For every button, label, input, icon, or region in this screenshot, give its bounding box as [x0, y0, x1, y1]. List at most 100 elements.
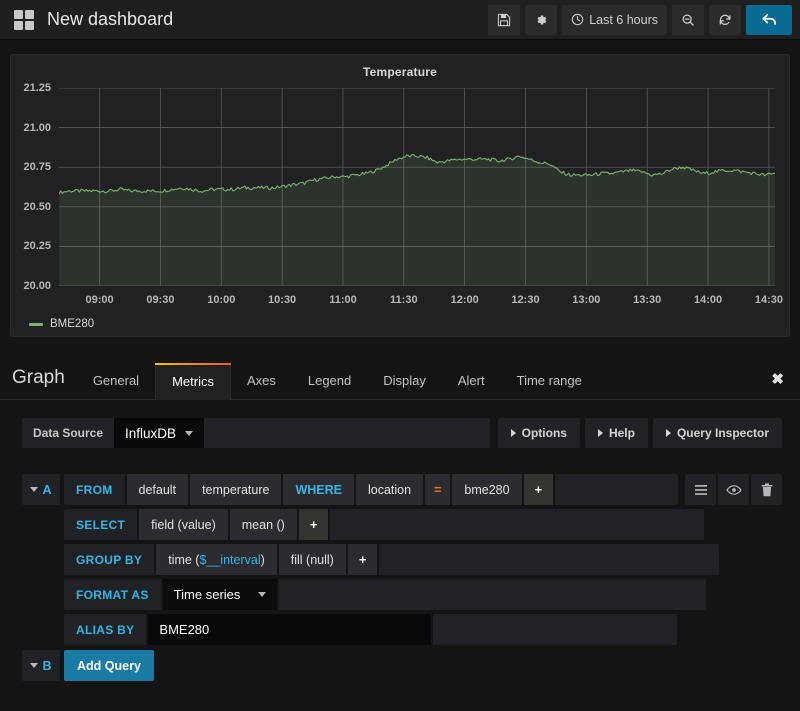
- save-dashboard-button[interactable]: [488, 4, 521, 35]
- chevron-down-icon: [30, 487, 39, 492]
- aliasby-label: ALIAS BY: [64, 614, 147, 645]
- query-editor-a: A FROM default temperature WHERE locatio…: [22, 474, 782, 681]
- y-axis-tick-label: 20.75: [23, 161, 51, 174]
- x-axis-tick-label: 12:30: [511, 294, 540, 306]
- groupby-time-prefix: time (: [168, 552, 200, 567]
- close-editor-button[interactable]: ✖: [771, 370, 800, 399]
- query-groupby-row: GROUP BY time ($__interval) fill (null) …: [22, 544, 782, 575]
- select-aggregate-segment[interactable]: mean (): [229, 509, 297, 540]
- editor-tabbar: Graph General Metrics Axes Legend Displa…: [0, 357, 800, 400]
- help-toggle[interactable]: Help: [584, 418, 648, 448]
- y-axis-tick-label: 21.25: [23, 82, 51, 94]
- from-row-filler: [555, 474, 678, 505]
- datasource-actions: Options Help Query Inspector: [497, 418, 782, 448]
- formatas-label: FORMAT AS: [64, 579, 161, 610]
- groupby-label: GROUP BY: [64, 544, 155, 575]
- legend-series-label: BME280: [50, 318, 95, 330]
- where-add-button[interactable]: +: [523, 474, 554, 505]
- datasource-select[interactable]: InfluxDB: [114, 418, 205, 448]
- query-b-collapse-handle[interactable]: B: [22, 650, 60, 681]
- back-button[interactable]: [746, 4, 792, 35]
- groupby-row-filler: [379, 544, 720, 575]
- query-from-row: A FROM default temperature WHERE locatio…: [22, 474, 782, 505]
- refresh-button[interactable]: [709, 4, 741, 35]
- from-policy-segment[interactable]: default: [126, 474, 189, 505]
- gear-icon: [534, 13, 548, 27]
- alias-by-input[interactable]: [148, 614, 432, 645]
- groupby-time-suffix: ): [260, 552, 265, 567]
- x-axis-tick-label: 11:00: [329, 294, 357, 306]
- x-axis-tick-label: 11:30: [390, 294, 418, 306]
- panel-title: Temperature: [362, 65, 437, 79]
- tab-legend[interactable]: Legend: [292, 373, 367, 399]
- magnifier-minus-icon: [681, 13, 695, 27]
- graph-panel: Temperature 20.00 20.25 20.50 20.75 21.00 21.…: [10, 54, 790, 337]
- datasource-filler: [204, 418, 490, 448]
- select-field-segment[interactable]: field (value): [139, 509, 228, 540]
- row-indent: [22, 544, 60, 575]
- row-indent: [22, 614, 60, 645]
- plot-area[interactable]: [59, 88, 775, 286]
- query-remove-icon[interactable]: [751, 474, 782, 505]
- zoom-out-button[interactable]: [672, 4, 704, 35]
- from-label: FROM: [64, 474, 125, 505]
- y-axis-tick-label: 20.25: [23, 240, 51, 253]
- groupby-time-segment[interactable]: time ($__interval): [156, 544, 277, 575]
- groupby-add-button[interactable]: +: [347, 544, 378, 575]
- dashboard-grid-icon: [14, 9, 34, 30]
- tab-display[interactable]: Display: [367, 373, 442, 399]
- y-axis-labels: 20.00 20.25 20.50 20.75 21.00 21.25: [11, 82, 55, 292]
- query-inspector-toggle[interactable]: Query Inspector: [652, 418, 782, 448]
- select-row-filler: [330, 509, 705, 540]
- aliasby-row-filler: [433, 614, 678, 645]
- groupby-fill-segment[interactable]: fill (null): [278, 544, 346, 575]
- query-select-row: SELECT field (value) mean () +: [22, 509, 782, 540]
- x-axis-tick-label: 10:30: [268, 294, 297, 306]
- floppy-disk-icon: [497, 13, 511, 27]
- from-measurement-segment[interactable]: temperature: [190, 474, 282, 505]
- clock-icon: [571, 13, 584, 26]
- time-range-picker[interactable]: Last 6 hours: [562, 4, 667, 35]
- x-axis-tick-label: 12:00: [450, 294, 479, 306]
- where-tag-key-segment[interactable]: location: [356, 474, 424, 505]
- x-axis-tick-label: 13:30: [633, 294, 662, 306]
- add-query-button[interactable]: Add Query: [64, 650, 154, 681]
- select-label: SELECT: [64, 509, 138, 540]
- formatas-select[interactable]: Time series: [162, 579, 278, 610]
- query-toggle-text-edit-icon[interactable]: [685, 474, 716, 505]
- x-axis-tick-label: 09:30: [146, 294, 175, 306]
- x-axis-labels: 09:00 09:30 10:00 10:30 11:00 11:30 12:00 12:30…: [59, 294, 782, 308]
- query-editor-b: B Add Query: [22, 650, 782, 681]
- where-keyword: WHERE: [283, 474, 354, 505]
- tab-axes[interactable]: Axes: [231, 373, 292, 399]
- where-operator-segment[interactable]: =: [425, 474, 451, 505]
- chart-legend[interactable]: BME280: [29, 318, 94, 330]
- options-label: Options: [521, 426, 567, 440]
- tab-general[interactable]: General: [77, 373, 155, 399]
- row-indent: [22, 579, 60, 610]
- panel-editor: Graph General Metrics Axes Legend Displa…: [0, 357, 800, 681]
- query-action-buttons: [685, 474, 782, 505]
- x-axis-tick-label: 14:30: [754, 294, 783, 306]
- tab-metrics[interactable]: Metrics: [155, 363, 231, 400]
- groupby-time-variable: $__interval: [199, 552, 261, 567]
- where-tag-value-segment[interactable]: bme280: [452, 474, 522, 505]
- tab-time-range[interactable]: Time range: [501, 373, 598, 399]
- editor-heading: Graph: [12, 367, 65, 388]
- time-range-label: Last 6 hours: [589, 12, 658, 27]
- row-indent: [22, 509, 60, 540]
- query-toggle-visibility-icon[interactable]: [718, 474, 749, 505]
- legend-color-swatch: [29, 322, 43, 326]
- x-axis-tick-label: 14:00: [693, 294, 723, 306]
- query-ref-id: A: [42, 482, 52, 497]
- query-formatas-row: FORMAT AS Time series: [22, 579, 782, 610]
- chevron-right-icon: [597, 429, 603, 437]
- query-a-collapse-handle[interactable]: A: [22, 474, 60, 505]
- select-add-button[interactable]: +: [298, 509, 329, 540]
- options-toggle[interactable]: Options: [497, 418, 580, 448]
- tab-alert[interactable]: Alert: [442, 373, 501, 399]
- y-axis-tick-label: 20.50: [23, 200, 51, 213]
- dashboard-settings-button[interactable]: [525, 4, 558, 35]
- chevron-down-icon: [30, 663, 39, 668]
- x-axis-tick-label: 10:00: [207, 294, 236, 306]
